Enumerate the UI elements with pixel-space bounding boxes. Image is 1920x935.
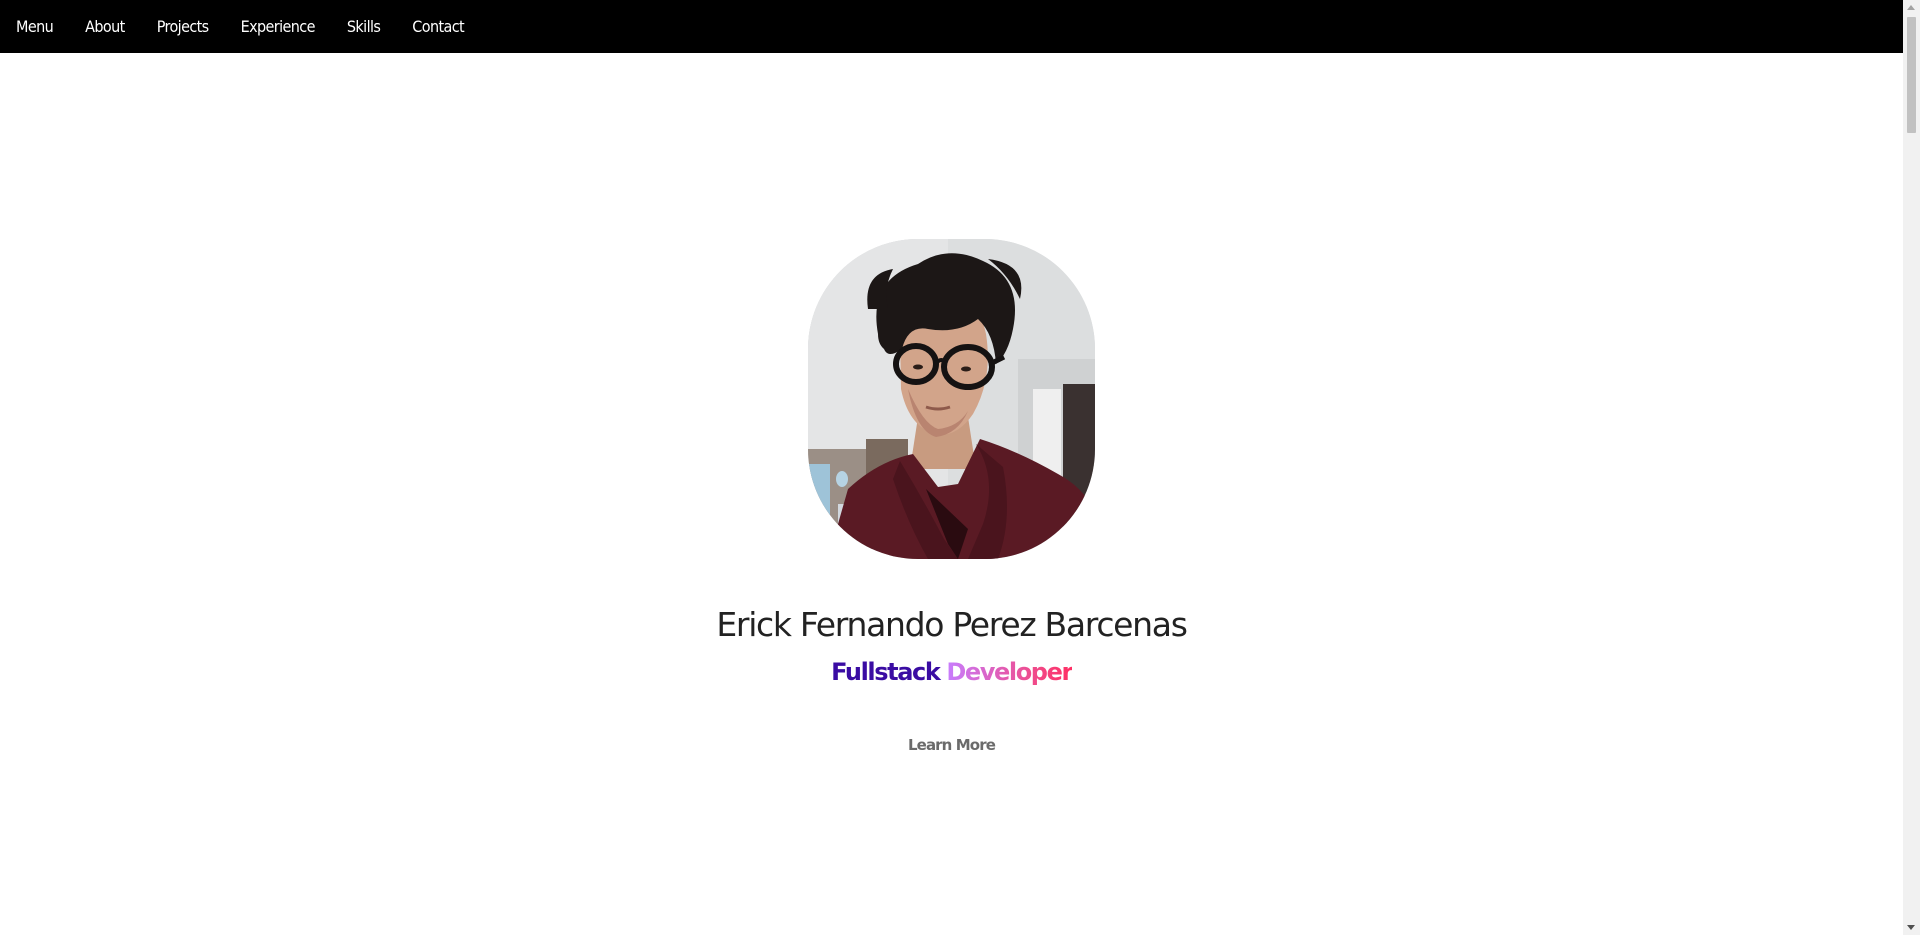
top-navbar: Menu About Projects Experience Skills Co… bbox=[0, 0, 1903, 53]
profile-photo-icon bbox=[808, 239, 1095, 559]
scrollbar-thumb[interactable] bbox=[1907, 17, 1916, 133]
hero-name: Erick Fernando Perez Barcenas bbox=[716, 605, 1188, 644]
vertical-scrollbar[interactable] bbox=[1903, 0, 1920, 935]
nav-contact[interactable]: Contact bbox=[412, 17, 464, 36]
learn-more-container: Learn More bbox=[0, 736, 1903, 755]
learn-more-button[interactable]: Learn More bbox=[908, 736, 996, 754]
nav-about[interactable]: About bbox=[85, 17, 125, 36]
scroll-up-arrow-icon[interactable] bbox=[1907, 5, 1915, 10]
hero-section: Erick Fernando Perez Barcenas Fullstack … bbox=[0, 53, 1903, 935]
nav-projects[interactable]: Projects bbox=[157, 17, 209, 36]
role-gradient-word: Developer bbox=[946, 658, 1073, 686]
nav-menu[interactable]: Menu bbox=[16, 17, 54, 36]
scroll-down-arrow-icon[interactable] bbox=[1907, 925, 1915, 930]
page: Menu About Projects Experience Skills Co… bbox=[0, 0, 1920, 935]
hero-role: Fullstack Developer bbox=[0, 658, 1903, 686]
nav-skills[interactable]: Skills bbox=[347, 17, 381, 36]
profile-photo bbox=[808, 239, 1095, 559]
role-primary-word: Fullstack bbox=[831, 658, 941, 686]
nav-experience[interactable]: Experience bbox=[241, 17, 316, 36]
